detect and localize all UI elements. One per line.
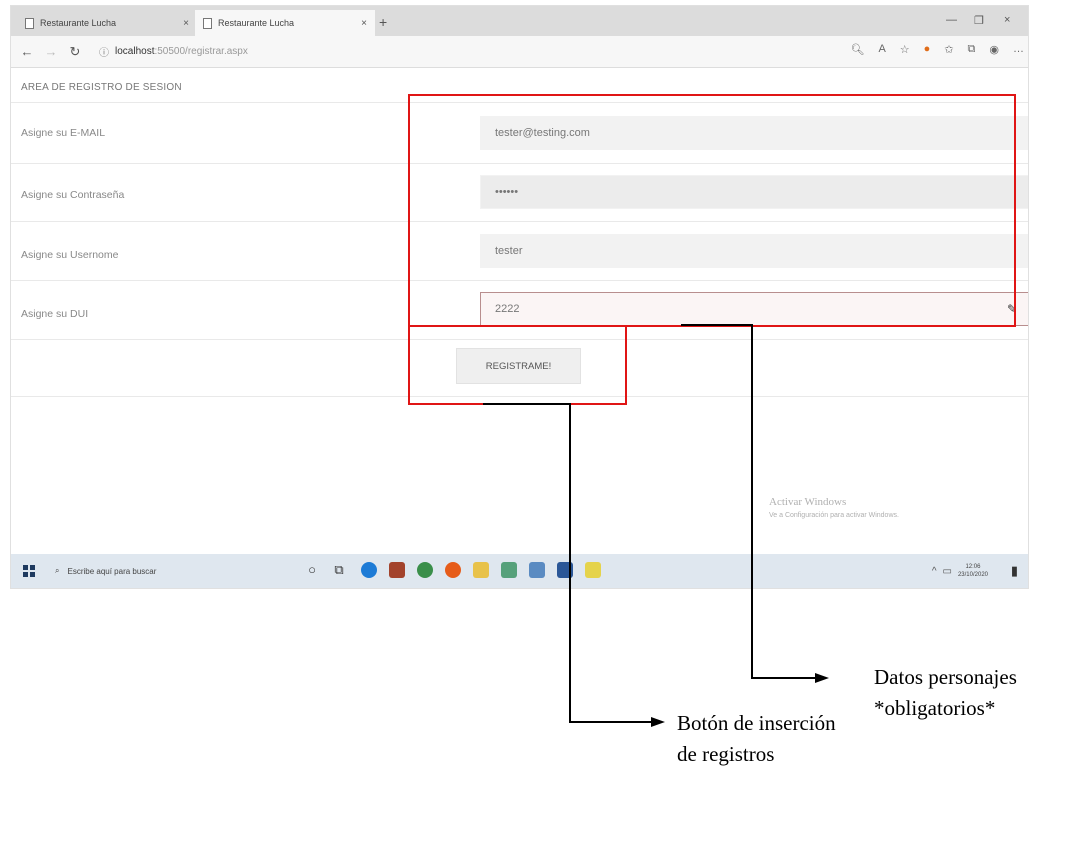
tab-bar: Restaurante Lucha × Restaurante Lucha × … <box>11 6 1028 36</box>
app-icon[interactable] <box>389 562 405 578</box>
callout-line <box>751 677 817 679</box>
username-label: Asigne su Usernome <box>21 249 119 261</box>
firefox-icon[interactable] <box>445 562 461 578</box>
tab-restaurante-2[interactable]: Restaurante Lucha × <box>195 10 375 36</box>
button-caption: Botón de inserción de registros <box>677 711 836 766</box>
notification-icon[interactable]: ▮ <box>1011 563 1018 579</box>
tab-title: Restaurante Lucha <box>40 18 117 28</box>
search-placeholder: Escribe aquí para buscar <box>67 566 157 576</box>
star-icon[interactable]: ☆ <box>900 43 910 56</box>
tab-restaurante-1[interactable]: Restaurante Lucha × <box>17 10 197 36</box>
callout-line <box>751 324 753 679</box>
app-icon[interactable] <box>585 562 601 578</box>
password-label: Asigne su Contraseña <box>21 189 125 201</box>
site-info-icon[interactable]: ⓘ <box>99 44 109 59</box>
fields-caption: Datos personajes *obligatorios* <box>874 665 1017 720</box>
callout-line <box>483 403 571 405</box>
chevron-up-icon[interactable]: ^ <box>932 566 937 577</box>
collections-icon[interactable]: ⧉ <box>968 43 976 56</box>
register-button-highlight <box>408 325 627 405</box>
tab-title: Restaurante Lucha <box>218 18 295 28</box>
page-icon <box>25 17 34 29</box>
close-window-icon[interactable]: × <box>1004 14 1010 26</box>
callout-line <box>569 721 653 723</box>
url-field[interactable]: localhost:50500/registrar.aspx <box>115 46 248 57</box>
minimize-icon[interactable]: — <box>946 14 957 26</box>
dui-label: Asigne su DUI <box>21 308 89 320</box>
chrome-icon[interactable] <box>417 562 433 578</box>
back-icon[interactable]: ← <box>15 44 39 59</box>
activate-windows-watermark: Activar Windows Ve a Configuración para … <box>769 496 899 519</box>
app-icon[interactable] <box>501 562 517 578</box>
required-fields-highlight <box>408 94 1016 327</box>
tab-close-icon[interactable]: × <box>361 18 367 29</box>
zoom-icon[interactable]: 🔍︎ <box>850 43 864 56</box>
callout-line <box>569 403 571 723</box>
tab-close-icon[interactable]: × <box>183 18 189 29</box>
taskbar-search[interactable]: ⌕ Escribe aquí para buscar <box>45 559 280 583</box>
clock[interactable]: 12:06 23/10/2020 <box>958 563 988 579</box>
profile-icon[interactable]: ◉ <box>989 43 999 56</box>
windows-start-icon[interactable] <box>23 565 35 577</box>
address-bar: ← → ↻ ⓘ localhost:50500/registrar.aspx 🔍… <box>11 36 1028 68</box>
task-view-icon[interactable]: ⧉ <box>331 562 347 578</box>
arrow-icon <box>815 673 829 683</box>
taskbar: ⌕ Escribe aquí para buscar ○ ⧉ ^ ▭ 12:06… <box>11 554 1028 588</box>
browser-toolbar: 🔍︎ A ☆ ● ✩ ⧉ ◉ … <box>850 43 1024 56</box>
file-explorer-icon[interactable] <box>473 562 489 578</box>
more-icon[interactable]: … <box>1013 43 1024 56</box>
search-icon: ⌕ <box>55 566 60 575</box>
photos-icon[interactable] <box>529 562 545 578</box>
refresh-icon[interactable]: ↻ <box>63 44 87 60</box>
reader-icon[interactable]: A <box>878 43 885 56</box>
cortana-icon[interactable]: ○ <box>304 562 320 578</box>
network-icon[interactable]: ▭ <box>943 566 952 577</box>
page-icon <box>203 17 212 29</box>
page-title: AREA DE REGISTRO DE SESION <box>21 82 182 93</box>
callout-line <box>681 324 753 326</box>
maximize-icon[interactable]: ❐ <box>974 14 984 27</box>
forward-icon[interactable]: → <box>39 44 63 59</box>
edge-icon[interactable] <box>361 562 377 578</box>
favorites-icon[interactable]: ✩ <box>944 43 953 56</box>
system-tray: ^ ▭ 12:06 23/10/2020 <box>932 563 988 579</box>
email-label: Asigne su E-MAIL <box>21 127 106 139</box>
extension-icon[interactable]: ● <box>924 43 931 56</box>
new-tab-icon[interactable]: + <box>379 14 387 30</box>
arrow-icon <box>651 717 665 727</box>
